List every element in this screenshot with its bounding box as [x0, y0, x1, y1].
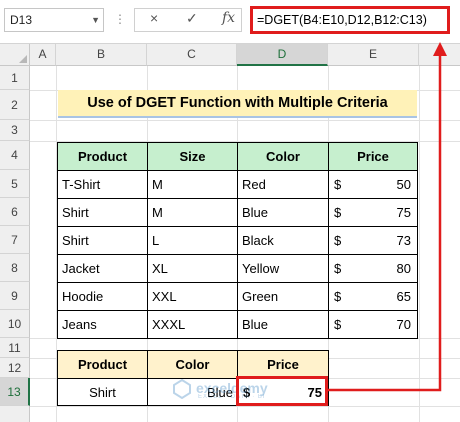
arrow-head-icon: [433, 42, 447, 56]
callout-arrow: [328, 42, 447, 392]
